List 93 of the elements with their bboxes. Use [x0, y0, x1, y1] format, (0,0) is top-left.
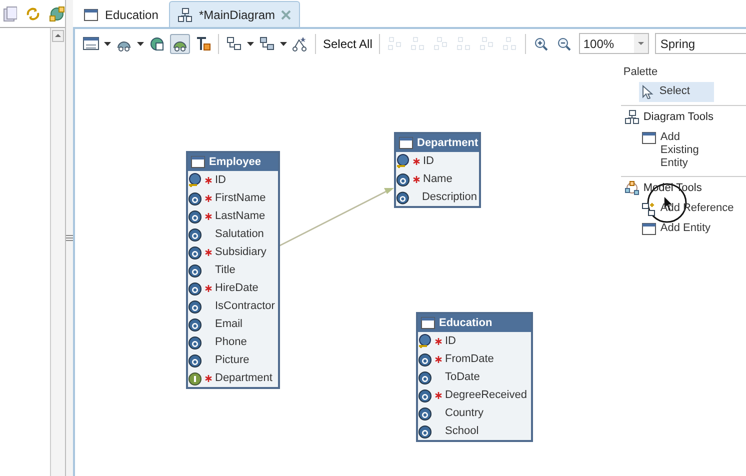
attribute-icon — [418, 424, 432, 438]
layout-icon — [434, 36, 448, 50]
attribute-icon — [188, 226, 202, 242]
attribute-name: Name — [423, 173, 454, 185]
palette-title: Palette — [622, 65, 659, 80]
key-icon — [188, 172, 202, 188]
editor-tab[interactable]: Education — [75, 1, 169, 27]
attribute-name: FromDate — [445, 353, 495, 365]
entity-title: Employee — [209, 156, 261, 168]
palette-drawer[interactable]: Diagram Tools — [621, 105, 746, 128]
editor-tab[interactable]: *MainDiagram — [169, 1, 300, 27]
dropdown-caret-icon[interactable] — [280, 42, 287, 46]
diagram-icon — [625, 110, 640, 124]
layout-icon — [226, 36, 242, 52]
attribute-name: ID — [215, 174, 227, 186]
attribute-name: Description — [422, 191, 478, 203]
entity-title: Education — [439, 317, 492, 329]
zoom-in-icon — [534, 36, 548, 50]
model-icon — [625, 181, 640, 195]
zoom-combo[interactable]: 100% — [579, 33, 650, 54]
attribute-name: Country — [445, 407, 485, 419]
select-all-button[interactable]: Select All — [321, 36, 374, 50]
palette-tool[interactable]: Add Entity — [639, 219, 746, 239]
entity-icon — [399, 136, 413, 150]
model-icon — [49, 6, 65, 22]
layout-icon — [480, 36, 494, 50]
entity-box[interactable]: Employee ID FirstName LastName Salutation Subsidiary Title HireDate IsContractor Email Phone Picture Department — [186, 151, 280, 389]
zoom-out-icon — [557, 36, 572, 50]
attribute-name: HireDate — [215, 282, 260, 294]
entity-title: Department — [417, 137, 478, 149]
attribute-icon — [418, 352, 432, 366]
attribute-name: School — [445, 425, 480, 437]
attribute-name: ID — [423, 155, 435, 167]
entity-box[interactable]: Department ID Name Description — [394, 132, 481, 208]
attribute-icon — [396, 190, 410, 204]
attribute-icon — [188, 190, 202, 206]
layout-icon — [259, 36, 275, 52]
entity-icon — [421, 316, 435, 330]
sash-grip-icon[interactable] — [66, 234, 73, 242]
attribute-icon — [188, 298, 202, 314]
attribute-name: Salutation — [215, 228, 265, 240]
key-icon — [396, 154, 410, 168]
attribute-name: FirstName — [215, 192, 267, 204]
attribute-icon — [418, 370, 432, 384]
layout-icon — [388, 36, 402, 50]
entity-box[interactable]: Education ID FromDate ToDate DegreeReceived Country School — [416, 312, 533, 442]
dropdown-caret-icon — [634, 34, 648, 53]
attribute-name: LastName — [215, 210, 266, 222]
reference-icon — [642, 202, 656, 216]
attribute-icon — [188, 262, 202, 278]
attribute-name: ToDate — [445, 371, 481, 383]
pointer-icon — [641, 85, 656, 99]
attribute-name: Title — [215, 264, 236, 276]
text-icon — [195, 36, 211, 52]
attribute-name: Email — [215, 318, 244, 330]
key-icon — [418, 334, 432, 348]
attribute-icon — [396, 172, 410, 186]
attribute-icon — [188, 208, 202, 224]
dropdown-caret-icon[interactable] — [137, 42, 144, 46]
dropdown-caret-icon[interactable] — [247, 42, 254, 46]
palette-tool[interactable]: Add Existing Entity — [639, 128, 722, 173]
entity-icon — [84, 8, 99, 22]
diagram-icon — [178, 8, 193, 22]
attribute-name: Picture — [215, 354, 250, 366]
layout-icon — [457, 36, 472, 50]
layout-icon — [411, 36, 426, 50]
entity-icon — [191, 155, 205, 169]
sync-icon — [26, 6, 40, 20]
entity-icon — [83, 36, 99, 52]
attribute-icon — [188, 334, 202, 350]
attribute-name: ID — [445, 335, 457, 347]
reference-icon — [188, 370, 202, 386]
attribute-icon — [188, 316, 202, 332]
attribute-icon — [188, 280, 202, 296]
entity-icon — [642, 131, 656, 145]
toolbar-button[interactable] — [170, 34, 190, 54]
attribute-name: Subsidiary — [215, 246, 268, 258]
layout-icon — [503, 36, 518, 50]
palette-tool[interactable]: Select — [639, 82, 714, 102]
attribute-icon — [188, 352, 202, 368]
save-all-icon — [3, 6, 17, 22]
layout-icon — [292, 36, 308, 52]
entity-icon — [642, 222, 656, 236]
scroll-up-icon[interactable] — [52, 30, 64, 42]
attribute-name: Department — [215, 372, 274, 384]
dropdown-caret-icon[interactable] — [104, 42, 111, 46]
attribute-icon — [188, 244, 202, 260]
attribute-name: DegreeReceived — [445, 389, 528, 401]
attribute-name: Phone — [215, 336, 248, 348]
attribute-icon — [418, 406, 432, 420]
attribute-name: IsContractor — [215, 300, 276, 312]
attribute-icon — [418, 388, 432, 402]
layout-field[interactable]: Spring — [655, 33, 746, 54]
